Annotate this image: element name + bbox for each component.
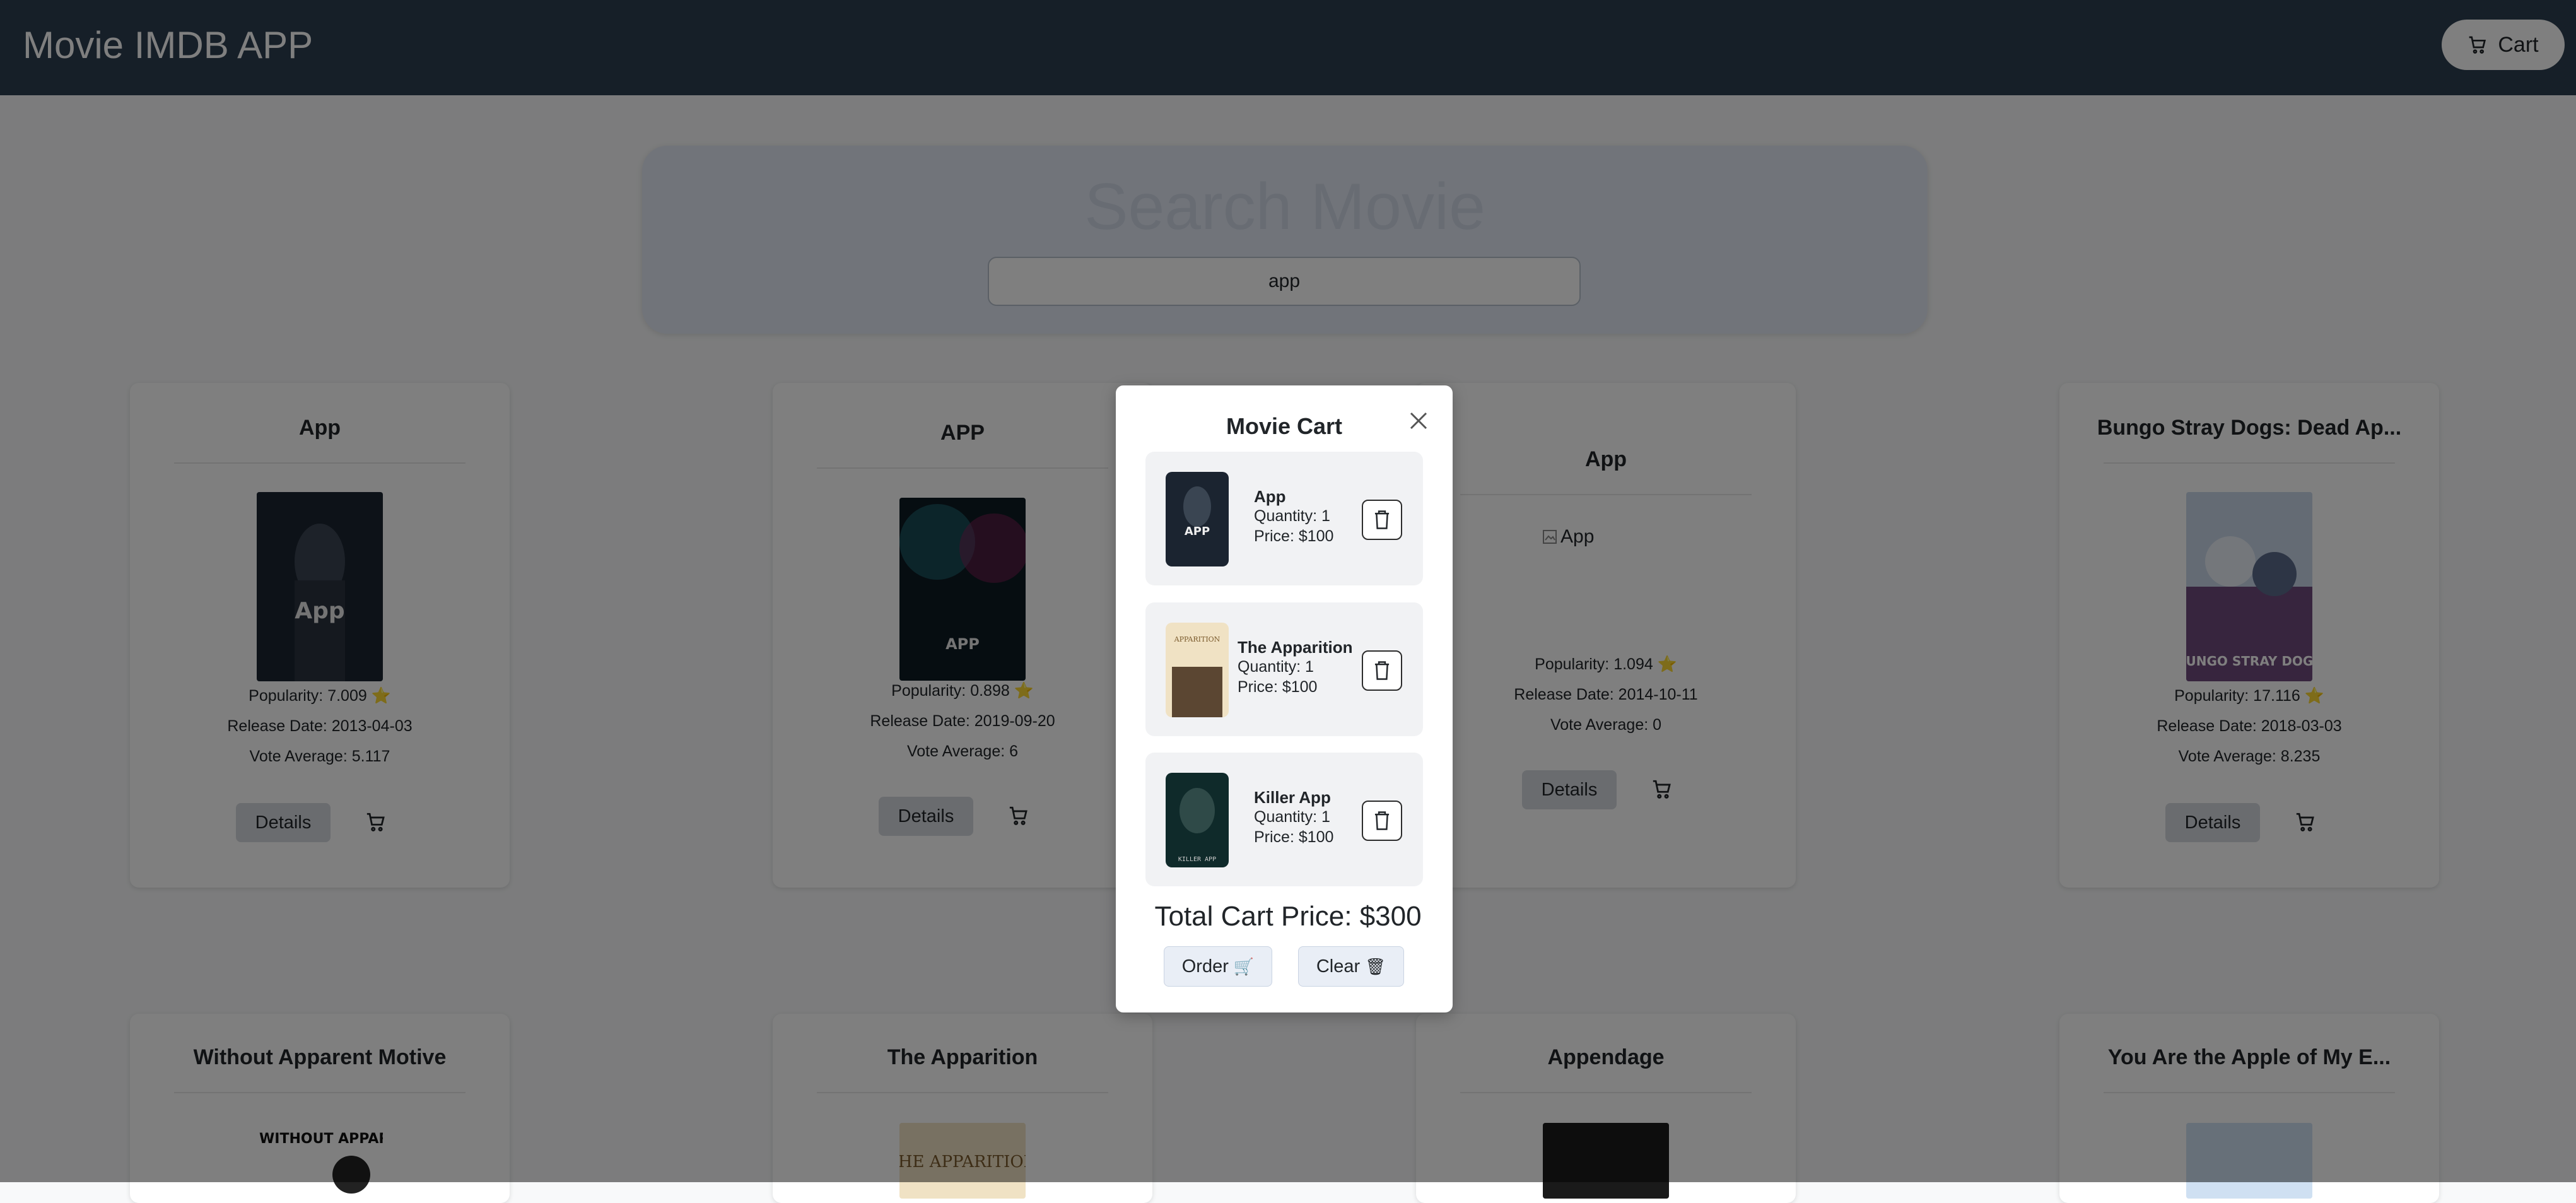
- cart-item-name: The Apparition: [1238, 638, 1353, 657]
- cart-item-quantity: Quantity: 1: [1254, 507, 1330, 525]
- cart-modal-title: Movie Cart: [1226, 413, 1343, 439]
- cart-item-name: Killer App: [1254, 788, 1331, 807]
- delete-item-button[interactable]: [1362, 650, 1402, 691]
- trash-icon: 🗑: [1365, 956, 1386, 976]
- cart-item: APPARITION The Apparition Quantity: 1 Pr…: [1145, 602, 1423, 736]
- delete-item-button[interactable]: [1362, 801, 1402, 841]
- thumb-text: KILLER APP: [1178, 856, 1216, 863]
- cart-item: KILLER APP Killer App Quantity: 1 Price:…: [1145, 753, 1423, 886]
- order-button-label: Order: [1181, 956, 1229, 977]
- thumb-text: APPARITION: [1174, 635, 1221, 643]
- cart-icon: 🛒: [1233, 956, 1255, 976]
- thumb-text: APP: [1185, 525, 1210, 538]
- cart-item: APP App Quantity: 1 Price: $100: [1145, 452, 1423, 585]
- trash-icon: [1374, 811, 1390, 830]
- cart-item-thumbnail: APPARITION: [1166, 623, 1229, 717]
- cart-item-price: Price: $100: [1254, 527, 1334, 545]
- cart-item-thumbnail: KILLER APP: [1166, 773, 1229, 867]
- close-icon[interactable]: [1406, 408, 1431, 433]
- trash-icon: [1374, 510, 1390, 529]
- cart-total: Total Cart Price: $300: [1154, 901, 1422, 932]
- cart-item-quantity: Quantity: 1: [1238, 658, 1314, 676]
- cart-item-quantity: Quantity: 1: [1254, 808, 1330, 826]
- cart-item-name: App: [1254, 487, 1286, 506]
- trash-icon: [1374, 661, 1390, 680]
- cart-item-price: Price: $100: [1238, 678, 1318, 696]
- delete-item-button[interactable]: [1362, 500, 1402, 540]
- cart-item-thumbnail: APP: [1166, 472, 1229, 566]
- order-button[interactable]: Order 🛒: [1164, 946, 1272, 987]
- cart-item-price: Price: $100: [1254, 828, 1334, 846]
- clear-button-label: Clear: [1316, 956, 1361, 977]
- clear-button[interactable]: Clear 🗑: [1298, 946, 1404, 987]
